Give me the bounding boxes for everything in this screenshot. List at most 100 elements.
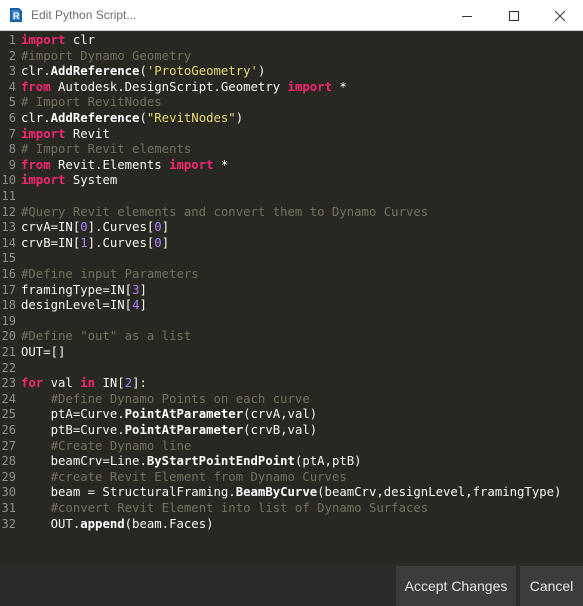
code-line[interactable]: 12 #Query Revit elements and convert them… xyxy=(0,205,583,221)
code-line[interactable]: 4 from Autodesk.DesignScript.Geometry imp… xyxy=(0,80,583,96)
code-line[interactable]: 19 xyxy=(0,314,583,330)
code-text: import System xyxy=(21,173,117,189)
code-line[interactable]: 6 clr.AddReference("RevitNodes") xyxy=(0,111,583,127)
code-line[interactable]: 2 #import Dynamo Geometry xyxy=(0,49,583,65)
line-number: 32 xyxy=(1,516,16,531)
code-line[interactable]: 5 # Import RevitNodes xyxy=(0,95,583,111)
code-line[interactable]: 32 OUT.append(beam.Faces) xyxy=(0,517,583,533)
code-line[interactable]: 23 for val in IN[2]: xyxy=(0,376,583,392)
code-token: (crvB,val) xyxy=(243,423,318,437)
code-line[interactable]: 11 xyxy=(0,189,583,205)
code-editor[interactable]: 1 import clr 2 #import Dynamo Geometry 3 clr.… xyxy=(0,32,583,564)
code-text: #convert Revit Element into list of Dyna… xyxy=(21,501,429,517)
code-token: IN[ xyxy=(95,376,125,391)
code-text: designLevel=IN[4] xyxy=(21,298,147,314)
code-line[interactable]: 26 ptB=Curve.PointAtParameter(crvB,val) xyxy=(0,423,583,439)
code-token: ] xyxy=(139,298,147,313)
cancel-button[interactable]: Cancel xyxy=(520,566,583,606)
maximize-button[interactable] xyxy=(491,0,537,31)
line-number: 18 xyxy=(1,298,16,313)
close-icon xyxy=(554,10,566,21)
line-number: 21 xyxy=(1,345,16,359)
minimize-button[interactable] xyxy=(444,0,490,31)
code-token: #Query Revit elements and convert them t… xyxy=(21,204,429,219)
code-text: import Revit xyxy=(21,127,110,143)
line-number: 13 xyxy=(1,220,16,235)
code-line[interactable]: 17 framingType=IN[3] xyxy=(0,283,583,299)
code-line[interactable]: 15 xyxy=(0,251,583,267)
line-number: 12 xyxy=(1,204,16,219)
line-number: 11 xyxy=(1,189,16,203)
code-line[interactable]: 29 #create Revit Element from Dynamo Cur… xyxy=(0,470,583,486)
code-line[interactable]: 18 designLevel=IN[4] xyxy=(0,298,583,314)
line-number: 9 xyxy=(8,157,16,172)
code-token: from xyxy=(21,157,51,172)
accept-changes-button[interactable]: Accept Changes xyxy=(396,566,516,606)
code-line[interactable]: 1 import clr xyxy=(0,33,583,49)
code-token: OUT=[] xyxy=(21,345,66,359)
code-text: #Query Revit elements and convert them t… xyxy=(21,205,428,221)
code-line[interactable]: 31 #convert Revit Element into list of D… xyxy=(0,501,583,517)
code-token: ] xyxy=(139,282,147,297)
code-token: (beamCrv,designLevel,framingType) xyxy=(317,485,562,500)
code-text: #create Revit Element from Dynamo Curves xyxy=(21,470,347,486)
line-number: 27 xyxy=(1,438,16,453)
code-token: * xyxy=(213,157,229,172)
code-text: beam = StructuralFraming.BeamByCurve(bea… xyxy=(21,485,562,501)
line-number: 23 xyxy=(1,376,16,391)
line-number: 10 xyxy=(1,173,16,188)
code-line[interactable]: 30 beam = StructuralFraming.BeamByCurve(… xyxy=(0,485,583,501)
code-token: append xyxy=(80,516,125,531)
code-token: "RevitNodes" xyxy=(146,111,236,125)
code-line[interactable]: 14 crvB=IN[1].Curves[0] xyxy=(0,236,583,252)
code-text: ptA=Curve.PointAtParameter(crvA,val) xyxy=(21,407,318,423)
code-token: #Define input Parameters xyxy=(21,267,199,281)
code-text: ptB=Curve.PointAtParameter(crvB,val) xyxy=(21,423,318,439)
line-number: 25 xyxy=(1,407,16,422)
code-token: 2 xyxy=(124,376,133,391)
code-token: # Import RevitNodes xyxy=(21,95,162,110)
code-line[interactable]: 28 beamCrv=Line.ByStartPointEndPoint(ptA… xyxy=(0,454,583,470)
code-token: ( xyxy=(139,111,147,125)
title-bar[interactable]: R Edit Python Script... xyxy=(0,0,583,31)
code-token: OUT. xyxy=(21,516,81,531)
code-token: PointAtParameter xyxy=(124,423,244,437)
code-line[interactable]: 7 import Revit xyxy=(0,127,583,143)
code-token: #convert Revit Element into list of Dyna… xyxy=(50,501,429,515)
line-number: 7 xyxy=(8,126,16,141)
code-text: crvB=IN[1].Curves[0] xyxy=(21,236,169,252)
code-line[interactable]: 10 import System xyxy=(0,173,583,189)
code-line[interactable]: 16 #Define input Parameters xyxy=(0,267,583,283)
code-line[interactable]: 27 #Create Dynamo line xyxy=(0,439,583,455)
close-button[interactable] xyxy=(537,0,583,31)
code-token: ] xyxy=(161,220,170,235)
code-line[interactable]: 20 #Define "out" as a list xyxy=(0,329,583,345)
minimize-icon xyxy=(462,15,472,17)
code-token: designLevel=IN[ xyxy=(21,298,133,313)
code-text: #Define "out" as a list xyxy=(21,329,191,345)
code-token: ( xyxy=(139,64,147,79)
code-text: from Revit.Elements import * xyxy=(21,158,228,174)
code-text: for val in IN[2]: xyxy=(21,376,147,392)
code-token: Autodesk.DesignScript.Geometry xyxy=(50,79,288,94)
code-token: ]: xyxy=(132,376,147,391)
line-number: 2 xyxy=(8,48,16,63)
code-token: System xyxy=(65,173,118,188)
code-line[interactable]: 9 from Revit.Elements import * xyxy=(0,158,583,174)
code-token: crvA=IN[ xyxy=(21,220,81,235)
code-token: 'ProtoGeometry' xyxy=(146,64,258,79)
code-token: beam = StructuralFraming. xyxy=(21,485,236,500)
code-text: #Define Dynamo Points on each curve xyxy=(21,392,310,408)
code-line[interactable]: 13 crvA=IN[0].Curves[0] xyxy=(0,220,583,236)
code-line[interactable]: 8 # Import Revit elements xyxy=(0,142,583,158)
code-line[interactable]: 22 xyxy=(0,361,583,377)
line-number: 5 xyxy=(8,95,16,110)
line-number: 8 xyxy=(8,142,16,157)
code-text: beamCrv=Line.ByStartPointEndPoint(ptA,pt… xyxy=(21,454,362,470)
code-token: in xyxy=(80,376,96,391)
code-line[interactable]: 3 clr.AddReference('ProtoGeometry') xyxy=(0,64,583,80)
code-line[interactable]: 25 ptA=Curve.PointAtParameter(crvA,val) xyxy=(0,407,583,423)
code-line[interactable]: 24 #Define Dynamo Points on each curve xyxy=(0,392,583,408)
code-line[interactable]: 21 OUT=[] xyxy=(0,345,583,361)
